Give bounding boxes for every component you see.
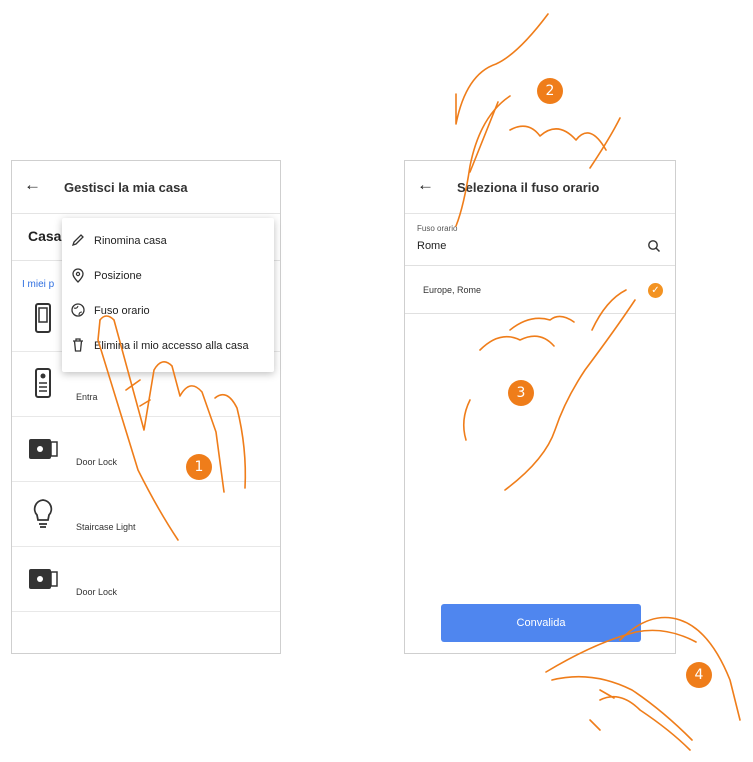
step-badge: 3 (508, 380, 534, 406)
step-badge: 4 (686, 662, 712, 688)
pointing-hand-icon (462, 289, 636, 491)
step-badge: 1 (186, 454, 212, 480)
pointing-hand-icon (545, 616, 741, 751)
pointing-hand-icon (455, 13, 621, 227)
hand-gesture-overlay (97, 13, 741, 751)
step-badge: 2 (537, 78, 563, 104)
pointing-hand-icon (97, 315, 247, 541)
